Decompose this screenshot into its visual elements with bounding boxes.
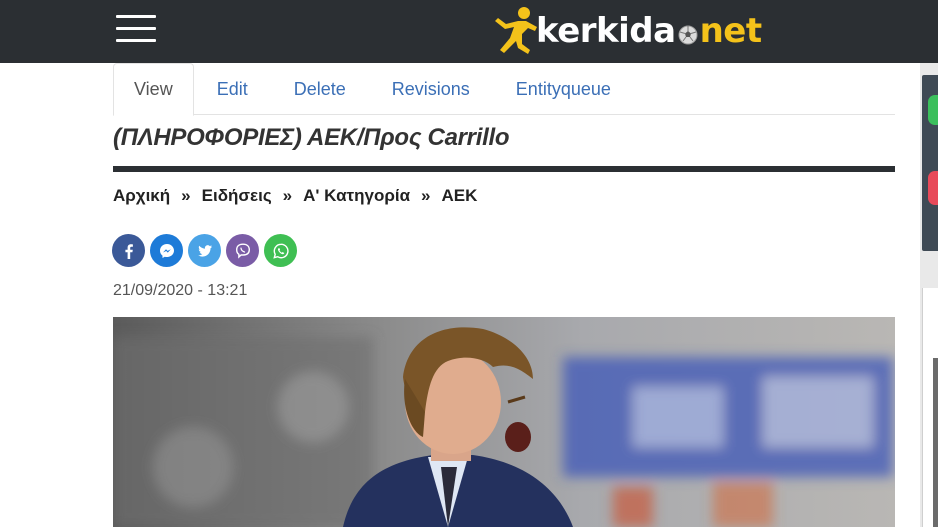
page-title: (ΠΛΗΡΟΦΟΡΙΕΣ) ΑΕΚ/Προς Carrillo <box>113 124 510 151</box>
logo-player-icon <box>495 7 537 54</box>
sidebar-ad-panel <box>922 288 938 527</box>
share-buttons <box>112 234 302 267</box>
logo-tld: net <box>699 11 763 51</box>
site-header: kerkida net <box>0 0 938 63</box>
site-logo[interactable]: kerkida net <box>488 4 762 58</box>
breadcrumb-separator: » <box>181 186 191 205</box>
soccer-ball-icon <box>678 25 698 45</box>
article-image[interactable] <box>113 317 895 527</box>
twitter-icon[interactable] <box>188 234 221 267</box>
breadcrumb: Αρχική » Ειδήσεις » Α' Κατηγορία » ΑΕΚ <box>113 186 477 206</box>
breadcrumb-separator: » <box>421 186 431 205</box>
whatsapp-icon[interactable] <box>264 234 297 267</box>
breadcrumb-team[interactable]: ΑΕΚ <box>442 186 478 206</box>
facebook-icon[interactable] <box>112 234 145 267</box>
tab-delete[interactable]: Delete <box>271 63 369 115</box>
tab-revisions[interactable]: Revisions <box>369 63 493 115</box>
tab-view[interactable]: View <box>113 63 194 116</box>
viber-icon[interactable] <box>226 234 259 267</box>
breadcrumb-category[interactable]: Α' Κατηγορία <box>303 186 410 206</box>
breadcrumb-separator: » <box>282 186 293 205</box>
breadcrumb-news[interactable]: Ειδήσεις <box>202 186 272 206</box>
tab-edit[interactable]: Edit <box>194 63 271 115</box>
article-date: 21/09/2020 - 13:21 <box>113 282 248 299</box>
tab-entityqueue[interactable]: Entityqueue <box>493 63 634 115</box>
sidebar-partial <box>920 63 938 527</box>
title-divider <box>113 166 895 172</box>
menu-icon[interactable] <box>116 13 158 45</box>
messenger-icon[interactable] <box>150 234 183 267</box>
admin-tabs: View Edit Delete Revisions Entityqueue <box>113 63 895 116</box>
logo-wordmark: kerkida <box>536 11 676 51</box>
sidebar-widget-thumbnail[interactable] <box>922 75 938 251</box>
breadcrumb-home[interactable]: Αρχική <box>113 186 170 206</box>
